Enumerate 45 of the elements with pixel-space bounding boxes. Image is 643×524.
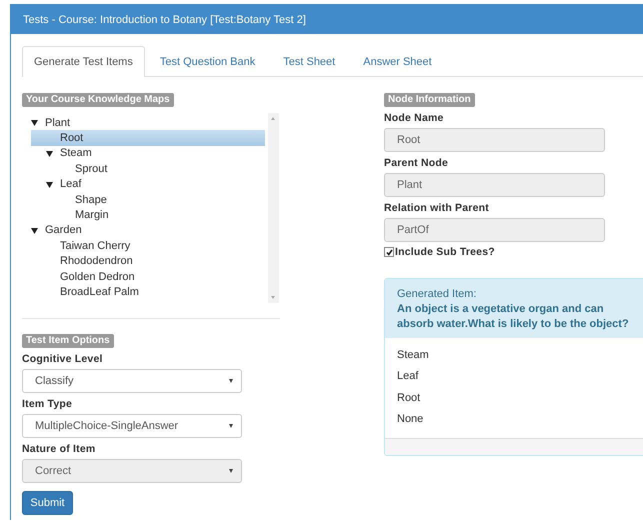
- field-label: Node Name: [384, 112, 445, 124]
- checkbox[interactable]: [384, 247, 394, 257]
- panel-heading: Generated Item:: [397, 288, 476, 300]
- answer-option: Steam: [397, 344, 631, 366]
- field-label: Relation with Parent: [384, 202, 490, 214]
- answer-option: Root: [397, 387, 631, 408]
- tab[interactable]: Generate Test Items: [22, 46, 145, 77]
- tree-item[interactable]: Rhododendron: [23, 254, 265, 269]
- answer-option: None: [397, 408, 631, 430]
- expanded-triangle-icon[interactable]: [31, 119, 38, 126]
- caret-icon: [229, 379, 233, 383]
- expanded-triangle-icon[interactable]: [46, 150, 53, 157]
- question-text: An object is a vegetative organ and can absorb water.What is likely to be the object?: [397, 302, 630, 332]
- tab[interactable]: Test Question Bank: [146, 46, 268, 76]
- dropdown[interactable]: MultipleChoice-SingleAnswer: [22, 414, 242, 438]
- tree-item[interactable]: Garden: [23, 222, 265, 238]
- expanded-triangle-icon[interactable]: [46, 180, 53, 188]
- tree-item[interactable]: Taiwan Cherry: [23, 238, 265, 254]
- tab[interactable]: Answer Sheet: [350, 46, 445, 76]
- expanded-triangle-icon[interactable]: [31, 226, 38, 234]
- tree-item[interactable]: Steam: [23, 146, 265, 162]
- field-label: Cognitive Level: [22, 353, 104, 365]
- caret-icon: [229, 424, 233, 428]
- field-label: Item Type: [22, 398, 74, 410]
- tree-item[interactable]: Shape: [23, 192, 265, 208]
- tree-item[interactable]: Root: [31, 130, 265, 146]
- tree-item[interactable]: BroadLeaf Palm: [23, 284, 265, 300]
- tree-item[interactable]: Golden Dedron: [23, 268, 265, 284]
- dropdown[interactable]: Classify: [22, 369, 242, 393]
- field-label: Nature of Item: [22, 443, 96, 455]
- scrollbar[interactable]: [268, 113, 279, 303]
- tree-item[interactable]: Leaf: [23, 176, 265, 192]
- window-title: Tests - Course: Introduction to Botany [Test:Botany Test 2]: [11, 5, 643, 34]
- section-label: Your Course Knowledge Maps: [22, 93, 174, 107]
- submit-button[interactable]: Submit: [22, 491, 73, 515]
- field-label: Parent Node: [384, 157, 450, 169]
- tree-item[interactable]: Plant: [23, 115, 265, 130]
- answer-option: Leaf: [397, 366, 631, 387]
- section-label: Node Information: [384, 93, 475, 107]
- section-label: Test Item Options: [22, 334, 114, 348]
- tree-item[interactable]: Margin: [23, 207, 265, 223]
- checkbox-label: Include Sub Trees?: [395, 246, 495, 258]
- caret-icon: [229, 469, 233, 473]
- tab[interactable]: Test Sheet: [270, 46, 348, 76]
- tree-item[interactable]: Sprout: [23, 161, 265, 177]
